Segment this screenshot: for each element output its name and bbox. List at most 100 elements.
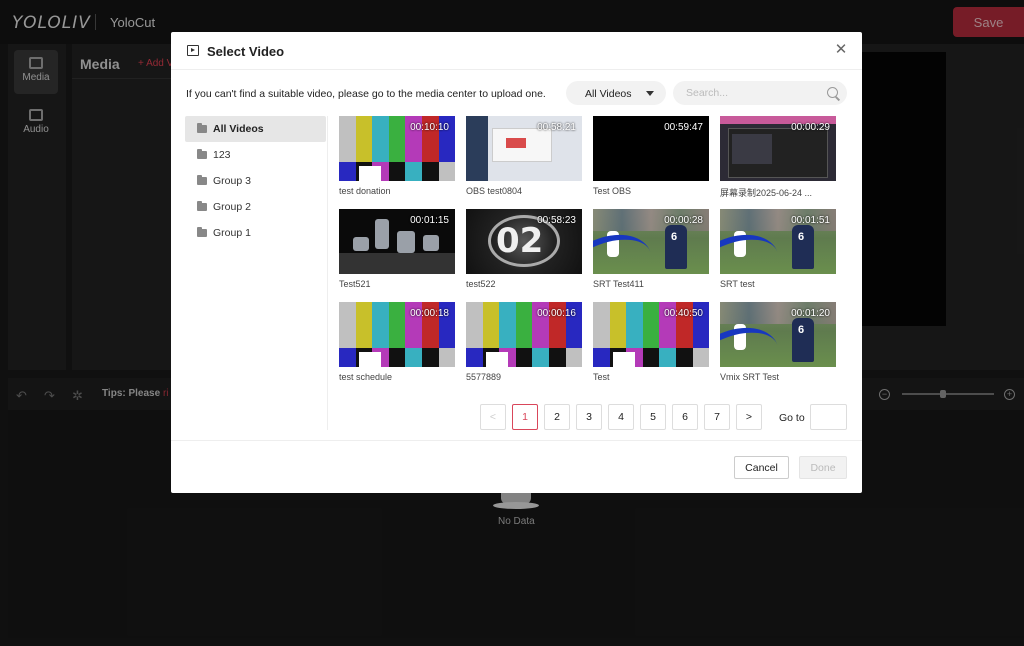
- video-card[interactable]: 00:40:50 Test: [593, 302, 709, 382]
- video-thumbnail[interactable]: 00:00:29: [720, 116, 836, 181]
- color-bar: [676, 348, 693, 367]
- video-duration: 00:40:50: [664, 308, 703, 319]
- search-icon[interactable]: [827, 87, 838, 98]
- chevron-down-icon: [646, 91, 654, 96]
- color-bar: [549, 348, 566, 367]
- thumb-shape: [423, 235, 439, 251]
- select-video-dialog: Select Video ✕ If you can't find a suita…: [171, 32, 862, 493]
- folder-item[interactable]: 123: [185, 142, 326, 168]
- thumb-shape: [792, 225, 814, 269]
- color-bar: [659, 348, 677, 367]
- color-bar: [565, 348, 582, 367]
- video-thumbnail[interactable]: 00:01:51: [720, 209, 836, 274]
- video-thumbnail[interactable]: 00:01:15: [339, 209, 455, 274]
- video-card[interactable]: 00:00:18 test schedule: [339, 302, 455, 382]
- color-bar: [422, 348, 439, 367]
- countdown-number: 02: [496, 221, 544, 261]
- color-bar: [438, 162, 455, 181]
- color-bar: [355, 302, 373, 348]
- thumb-shape: [353, 237, 369, 251]
- color-bar: [692, 348, 709, 367]
- color-bar: [355, 116, 373, 162]
- video-thumbnail[interactable]: 00:01:20: [720, 302, 836, 367]
- upload-hint: If you can't find a suitable video, plea…: [186, 88, 546, 100]
- color-bar: [339, 116, 356, 162]
- folder-label: All Videos: [213, 123, 264, 135]
- video-thumbnail[interactable]: 00:00:28: [593, 209, 709, 274]
- color-bar: [499, 302, 516, 348]
- thumb-shape: [665, 225, 687, 269]
- color-bar: [359, 166, 381, 181]
- color-bar: [422, 162, 439, 181]
- color-bar: [359, 352, 381, 367]
- color-bar: [593, 302, 610, 348]
- video-thumbnail[interactable]: 00:59:47: [593, 116, 709, 181]
- video-thumbnail[interactable]: 00:10:10: [339, 116, 455, 181]
- video-filter-select[interactable]: All Videos: [566, 81, 666, 105]
- video-card[interactable]: 02 00:58:23 test522: [466, 209, 582, 289]
- cancel-button[interactable]: Cancel: [734, 456, 789, 479]
- video-card[interactable]: 00:58:21 OBS test0804: [466, 116, 582, 196]
- video-card[interactable]: 00:01:15 Test521: [339, 209, 455, 289]
- video-card[interactable]: 00:59:47 Test OBS: [593, 116, 709, 196]
- video-card[interactable]: 00:00:29 屏幕录制2025-06-24 ...: [720, 116, 836, 198]
- folder-icon: [197, 201, 207, 211]
- video-card[interactable]: 00:10:10 test donation: [339, 116, 455, 196]
- color-bar: [613, 352, 635, 367]
- play-icon: [187, 45, 199, 56]
- video-thumbnail[interactable]: 00:58:21: [466, 116, 582, 181]
- page-button[interactable]: 6: [672, 404, 698, 430]
- filter-value: All Videos: [585, 88, 632, 100]
- goto-label: Go to: [779, 412, 805, 424]
- page-button[interactable]: 4: [608, 404, 634, 430]
- color-bar: [482, 302, 500, 348]
- page-button[interactable]: 7: [704, 404, 730, 430]
- video-name: SRT test: [720, 279, 755, 289]
- color-bar: [532, 348, 550, 367]
- video-duration: 00:00:16: [537, 308, 576, 319]
- page-button[interactable]: 3: [576, 404, 602, 430]
- video-card[interactable]: 00:00:28 SRT Test411: [593, 209, 709, 289]
- video-duration: 00:00:29: [791, 122, 830, 133]
- color-bar: [515, 302, 533, 348]
- page-button[interactable]: 2: [544, 404, 570, 430]
- video-name: Vmix SRT Test: [720, 372, 780, 382]
- folder-item[interactable]: Group 1: [185, 220, 326, 246]
- video-card[interactable]: 00:01:51 SRT test: [720, 209, 836, 289]
- dialog-title: Select Video: [207, 44, 285, 59]
- search-input[interactable]: [673, 81, 847, 105]
- color-bar: [405, 162, 423, 181]
- page-button[interactable]: 5: [640, 404, 666, 430]
- color-bar: [466, 302, 483, 348]
- folder-item[interactable]: All Videos: [185, 116, 326, 142]
- video-card[interactable]: 00:01:20 Vmix SRT Test: [720, 302, 836, 382]
- folder-icon: [197, 149, 207, 159]
- thumb-shape: [792, 318, 814, 362]
- video-name: SRT Test411: [593, 279, 644, 289]
- video-thumbnail[interactable]: 02 00:58:23: [466, 209, 582, 274]
- video-thumbnail[interactable]: 00:40:50: [593, 302, 709, 367]
- thumb-shape: [732, 134, 772, 164]
- page-button[interactable]: 1: [512, 404, 538, 430]
- goto-page-input[interactable]: [810, 404, 847, 430]
- close-icon[interactable]: ✕: [833, 42, 849, 58]
- prev-page-button[interactable]: <: [480, 404, 506, 430]
- done-button[interactable]: Done: [799, 456, 847, 479]
- divider: [327, 116, 328, 430]
- thumb-shape: [593, 223, 661, 274]
- color-bar: [388, 116, 406, 162]
- video-duration: 00:59:47: [664, 122, 703, 133]
- folder-item[interactable]: Group 3: [185, 168, 326, 194]
- video-thumbnail[interactable]: 00:00:16: [466, 302, 582, 367]
- color-bar: [438, 348, 455, 367]
- video-thumbnail[interactable]: 00:00:18: [339, 302, 455, 367]
- folder-label: Group 2: [213, 201, 251, 213]
- color-bar: [593, 348, 610, 367]
- divider: [171, 440, 862, 441]
- color-bar: [405, 348, 423, 367]
- dialog-header: Select Video ✕: [171, 32, 862, 70]
- thumb-shape: [720, 316, 788, 367]
- next-page-button[interactable]: >: [736, 404, 762, 430]
- folder-item[interactable]: Group 2: [185, 194, 326, 220]
- video-card[interactable]: 00:00:16 5577889: [466, 302, 582, 382]
